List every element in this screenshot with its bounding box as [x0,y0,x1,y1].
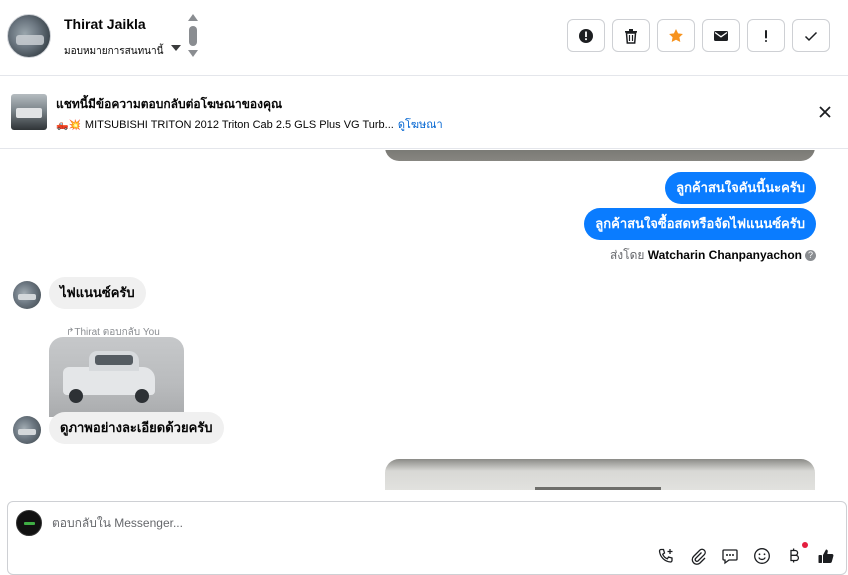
sent-by-name[interactable]: Watcharin Chanpanyachon [648,248,802,262]
chevron-down-icon[interactable] [171,45,181,51]
baht-icon [790,548,799,563]
ad-reply-banner: แชทนี้มีข้อความตอบกลับต่อโฆษณาของคุณ 🛻💥 M… [0,77,848,149]
like-button[interactable] [816,546,836,566]
truck-wheel-shape [135,389,149,403]
mark-unread-button[interactable] [702,19,740,52]
replied-image[interactable] [49,337,184,417]
ad-details: 🛻💥 MITSUBISHI TRITON 2012 Triton Cab 2.5 … [56,115,443,133]
ad-thumbnail[interactable] [11,94,47,130]
outgoing-message[interactable]: ลูกค้าสนใจคันนี้นะครับ [665,172,816,204]
messenger-conversation: Thirat Jaikla มอบหมายการสนทนานี้ แชทนี้ม… [0,0,848,575]
envelope-icon [714,30,728,41]
saved-replies-button[interactable] [720,546,740,566]
spam-button[interactable] [747,19,785,52]
truck-wheel-shape [69,389,83,403]
notification-dot [802,542,808,548]
shared-image-bottom[interactable] [385,459,815,490]
contact-avatar-small[interactable] [13,281,41,309]
reply-input[interactable] [52,516,752,530]
star-icon [669,28,683,42]
phone-plus-icon [658,548,673,563]
done-button[interactable] [792,19,830,52]
ad-banner-title: แชทนี้มีข้อความตอบกลับต่อโฆษณาของคุณ [56,97,283,111]
incoming-message[interactable]: ดูภาพอย่างละเอียดด้วยครับ [49,412,224,444]
alert-circle-icon [579,28,593,43]
sent-by-label: ส่งโดย Watcharin Chanpanyachon? [610,246,816,265]
outgoing-message[interactable]: ลูกค้าสนใจซื้อสดหรือจัดไฟแนนซ์ครับ [584,208,816,240]
check-icon [804,31,818,41]
exclamation-icon [765,29,767,42]
incoming-message[interactable]: ไฟแนนซ์ครับ [49,277,146,309]
chat-bubble-icon [722,549,738,565]
shared-image-top[interactable] [385,150,815,161]
emoji-button[interactable] [752,546,772,566]
header-actions [567,19,830,52]
contact-name[interactable]: Thirat Jaikla [64,16,146,32]
ad-text: MITSUBISHI TRITON 2012 Triton Cab 2.5 GL… [84,119,394,131]
scroll-up-icon[interactable] [188,14,198,21]
paperclip-icon [691,548,706,565]
page-avatar [16,510,42,536]
delete-button[interactable] [612,19,650,52]
payment-button[interactable] [784,542,808,566]
contact-avatar[interactable] [7,14,51,58]
trash-icon [625,28,637,44]
conversation-header: Thirat Jaikla มอบหมายการสนทนานี้ [0,0,848,76]
scroll-down-icon[interactable] [188,50,198,57]
smiley-icon [754,548,770,564]
report-button[interactable] [567,19,605,52]
scroll-thumb[interactable] [189,26,197,46]
help-icon[interactable]: ? [805,250,816,262]
contact-avatar-small[interactable] [13,416,41,444]
sent-by-prefix: ส่งโดย [609,248,645,262]
message-thread[interactable]: ลูกค้าสนใจคันนี้นะครับ ลูกค้าสนใจซื้อสดห… [0,150,848,490]
truck-window-shape [95,355,133,365]
composer-toolbar [656,542,836,566]
close-icon[interactable] [817,104,833,120]
star-button[interactable] [657,19,695,52]
message-composer [7,501,847,575]
assign-conversation-label[interactable]: มอบหมายการสนทนานี้ [64,44,163,59]
attach-button[interactable] [688,546,708,566]
call-button[interactable] [656,546,676,566]
view-ad-link[interactable]: ดูโฆษณา [398,119,443,131]
thumbs-up-icon [818,549,834,563]
ad-emoji: 🛻💥 [56,120,81,131]
header-scroll-control[interactable] [188,14,198,60]
